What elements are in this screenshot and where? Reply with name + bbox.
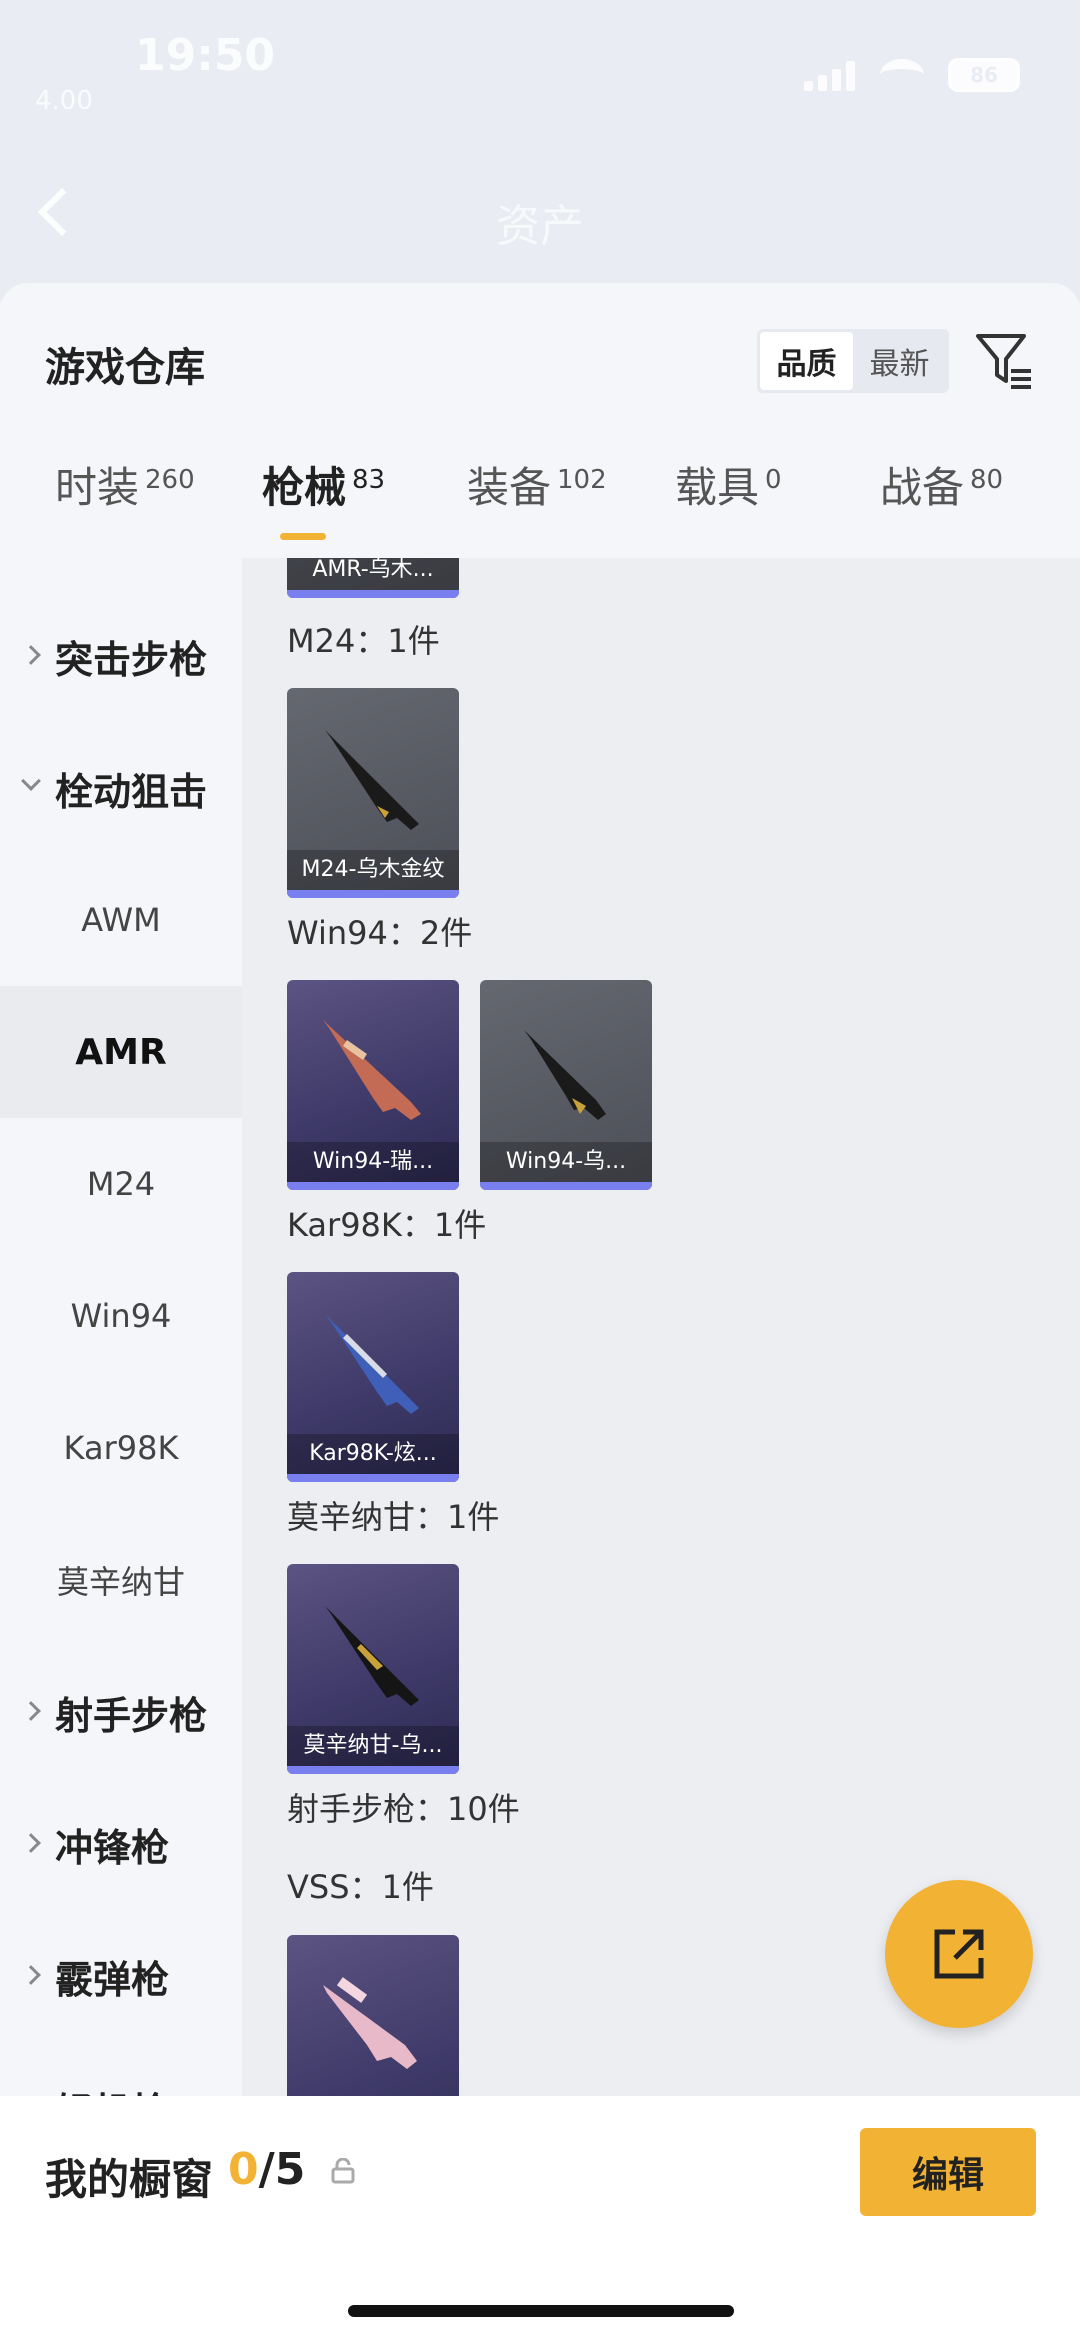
wifi-icon (880, 59, 924, 91)
sidebar-item-amr[interactable]: AMR (0, 986, 242, 1118)
tab-count: 80 (970, 465, 1004, 495)
item-card[interactable]: Win94-瑞... (287, 980, 459, 1190)
tab-label: 枪械 (262, 463, 347, 512)
item-card-name: Kar98K-炫... (287, 1434, 459, 1474)
edit-button[interactable]: 编辑 (860, 2128, 1036, 2216)
home-indicator (348, 2305, 734, 2317)
item-card[interactable]: Win94-乌... (480, 980, 652, 1190)
share-icon (934, 1929, 984, 1979)
group-label: Win94：2件 (287, 914, 473, 952)
sort-newest-button[interactable]: 最新 (853, 332, 946, 390)
rarity-bar (287, 590, 459, 598)
item-card[interactable]: M24-乌木金纹 (287, 688, 459, 898)
item-card[interactable]: Kar98K-炫... (287, 1272, 459, 1482)
item-card-name: AMR-乌木... (287, 558, 459, 590)
rifle-icon (524, 1030, 606, 1120)
tab-count: 260 (145, 465, 195, 495)
tab-fashion[interactable]: 时装 260 (55, 463, 195, 553)
tab-label: 战备 (880, 463, 965, 512)
sort-quality-button[interactable]: 品质 (760, 332, 853, 390)
rarity-bar (287, 1182, 459, 1190)
tab-label: 载具 (675, 463, 760, 512)
active-tab-indicator (280, 533, 326, 540)
sidebar-item-assault-rifle[interactable]: 突击步枪 (0, 590, 242, 722)
sidebar-item-marksman-rifle[interactable]: 射手步枪 (0, 1646, 242, 1778)
rarity-bar (287, 1766, 459, 1774)
tab-battle-prep[interactable]: 战备 80 (880, 463, 1003, 553)
tab-count: 0 (765, 465, 782, 495)
category-tabs: 时装 260 枪械 83 装备 102 载具 0 战备 80 (0, 463, 1080, 563)
battery-icon: 86 (948, 58, 1020, 92)
item-grid: AMR-乌木... M24：1件 M24-乌木金纹 Win94：2件 Win94… (242, 558, 1080, 2341)
sidebar-item-kar98k[interactable]: Kar98K (0, 1382, 242, 1514)
rifle-icon (323, 1020, 421, 1120)
rifle-icon (325, 1314, 419, 1414)
sidebar-item-shotgun[interactable]: 霰弹枪 (0, 1910, 242, 2042)
rarity-bar (480, 1182, 652, 1190)
group-label: Kar98K：1件 (287, 1206, 487, 1244)
page-title: 资产 (496, 201, 584, 252)
item-card-name: Win94-瑞... (287, 1142, 459, 1182)
status-small-text: 4.00 (35, 86, 93, 116)
filter-icon[interactable] (975, 331, 1033, 391)
showcase-label: 我的橱窗 (45, 2155, 214, 2204)
item-card[interactable]: AMR-乌木... (287, 558, 459, 598)
tab-label: 时装 (55, 463, 140, 512)
warehouse-sheet: 游戏仓库 品质 最新 时装 260 枪械 83 装备 102 载具 0 战备 80 突击步… (0, 283, 1080, 2341)
sidebar-item-awm[interactable]: AWM (0, 854, 242, 986)
sidebar-item-m24[interactable]: M24 (0, 1118, 242, 1250)
rifle-icon (325, 730, 419, 830)
group-label: M24：1件 (287, 622, 440, 660)
sort-toggle: 品质 最新 (757, 329, 949, 393)
sheet-title: 游戏仓库 (45, 345, 205, 391)
signal-icon (804, 59, 856, 91)
app-header: 19:50 4.00 86 资产 (0, 0, 1080, 300)
rarity-bar (287, 1474, 459, 1482)
rifle-icon (323, 1977, 417, 2069)
sidebar-item-smg[interactable]: 冲锋枪 (0, 1778, 242, 1910)
sidebar-item-win94[interactable]: Win94 (0, 1250, 242, 1382)
tab-label: 装备 (467, 463, 552, 512)
sidebar-item-mosin[interactable]: 莫辛纳甘 (0, 1514, 242, 1646)
share-button[interactable] (885, 1880, 1033, 2028)
item-card-name: Win94-乌... (480, 1142, 652, 1182)
group-label: VSS：1件 (287, 1868, 434, 1906)
item-card[interactable]: 莫辛纳甘-乌... (287, 1564, 459, 1774)
showcase-current: 0 (228, 2144, 259, 2195)
status-icons: 86 (804, 58, 1020, 92)
item-card-name: 莫辛纳甘-乌... (287, 1726, 459, 1766)
tab-equipment[interactable]: 装备 102 (467, 463, 607, 553)
group-label: 莫辛纳甘：1件 (287, 1498, 500, 1536)
tab-vehicles[interactable]: 载具 0 (675, 463, 782, 553)
lock-icon (331, 2158, 355, 2184)
item-card-name: M24-乌木金纹 (287, 850, 459, 890)
status-time: 19:50 (135, 30, 276, 81)
sidebar-item-bolt-sniper[interactable]: 栓动狙击 (0, 722, 242, 854)
tab-count: 83 (352, 465, 386, 495)
category-total-label: 射手步枪：10件 (287, 1790, 520, 1828)
showcase-total: /5 (258, 2144, 306, 2195)
category-sidebar: 突击步枪 栓动狙击 AWM AMR M24 Win94 Kar98K 莫辛纳甘 … (0, 558, 242, 2341)
tab-count: 102 (557, 465, 607, 495)
rifle-icon (325, 1606, 419, 1706)
showcase-count: 0/5 (228, 2144, 305, 2195)
rarity-bar (287, 890, 459, 898)
